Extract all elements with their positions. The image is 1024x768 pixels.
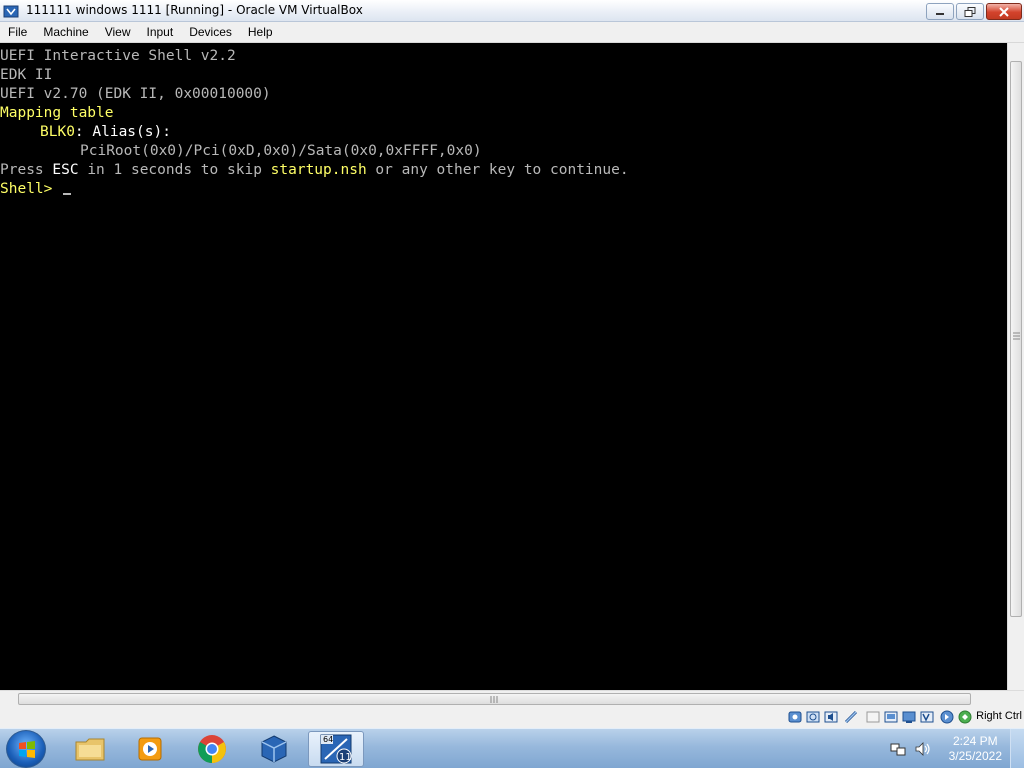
vertical-scrollbar[interactable] bbox=[1007, 43, 1024, 690]
console-line-blk: BLK0: Alias(s): bbox=[40, 123, 171, 142]
startup-file-text: startup.nsh bbox=[270, 162, 367, 178]
console-line-press-esc: Press ESC in 1 seconds to skip startup.n… bbox=[0, 161, 629, 180]
menu-help[interactable]: Help bbox=[240, 22, 281, 42]
windows-taskbar: 64 11 2:24 PM 3/25/2022 bbox=[0, 728, 1024, 768]
taskbar-media-player[interactable] bbox=[122, 731, 178, 767]
vm-console-screen[interactable]: UEFI Interactive Shell v2.2 EDK II UEFI … bbox=[0, 43, 1007, 690]
badge-11: 11 bbox=[339, 752, 352, 763]
minimize-icon bbox=[936, 12, 944, 15]
virtualbox-icon bbox=[3, 5, 19, 18]
press-middle: in 1 seconds to skip bbox=[78, 162, 271, 178]
menu-input[interactable]: Input bbox=[139, 22, 182, 42]
clock-time: 2:24 PM bbox=[952, 734, 998, 748]
chrome-icon bbox=[198, 735, 226, 763]
vm-status-bar: Right Ctrl bbox=[0, 707, 1024, 728]
window-title: 111111 windows 1111 [Running] - Oracle V… bbox=[26, 3, 363, 17]
menu-file[interactable]: File bbox=[0, 22, 35, 42]
host-key-icon[interactable] bbox=[958, 710, 972, 724]
optical-drive-icon[interactable] bbox=[806, 710, 820, 724]
close-icon bbox=[999, 6, 1009, 17]
grip-icon bbox=[490, 696, 498, 703]
menu-devices[interactable]: Devices bbox=[181, 22, 240, 42]
menu-bar: File Machine View Input Devices Help bbox=[0, 22, 1024, 43]
minimize-button[interactable] bbox=[926, 3, 954, 20]
badge-64: 64 bbox=[323, 735, 333, 744]
text-cursor bbox=[63, 193, 72, 195]
grip-icon bbox=[1013, 332, 1020, 340]
restore-icon bbox=[964, 6, 976, 17]
host-key-label: Right Ctrl bbox=[976, 710, 1022, 722]
taskbar-chrome[interactable] bbox=[184, 731, 240, 767]
hard-disk-icon[interactable] bbox=[788, 710, 802, 724]
mouse-integration-icon[interactable] bbox=[940, 710, 954, 724]
horizontal-scrollbar[interactable] bbox=[0, 690, 1024, 707]
video-capture-icon[interactable] bbox=[920, 710, 934, 724]
network-icon[interactable] bbox=[844, 710, 858, 724]
volume-icon[interactable] bbox=[914, 741, 932, 757]
taskbar-vm-window[interactable]: 64 11 bbox=[308, 731, 364, 767]
window-titlebar[interactable]: 111111 windows 1111 [Running] - Oracle V… bbox=[0, 0, 1024, 22]
display-icon[interactable] bbox=[902, 710, 916, 724]
press-suffix: or any other key to continue. bbox=[366, 162, 629, 178]
menu-machine[interactable]: Machine bbox=[35, 22, 96, 42]
console-line-edk: EDK II bbox=[0, 67, 53, 83]
vertical-scroll-thumb[interactable] bbox=[1010, 61, 1022, 617]
console-line-mapping-table: Mapping table bbox=[0, 105, 114, 121]
taskbar-virtualbox[interactable] bbox=[246, 731, 302, 767]
shell-prompt: Shell> bbox=[0, 181, 53, 197]
console-line-shell-version: UEFI Interactive Shell v2.2 bbox=[0, 48, 236, 64]
taskbar-explorer[interactable] bbox=[62, 731, 118, 767]
usb-icon[interactable] bbox=[866, 710, 880, 724]
virtualbox-cube-icon bbox=[261, 735, 287, 763]
shared-folders-icon[interactable] bbox=[884, 710, 898, 724]
console-prompt-line[interactable]: Shell> bbox=[0, 180, 72, 199]
alias-text: : Alias(s): bbox=[74, 124, 171, 140]
press-prefix: Press bbox=[0, 162, 53, 178]
menu-view[interactable]: View bbox=[97, 22, 139, 42]
esc-key-text: ESC bbox=[52, 162, 79, 178]
console-line-uefi-version: UEFI v2.70 (EDK II, 0x00010000) bbox=[0, 86, 271, 102]
vm-os-icon: 64 11 bbox=[320, 734, 352, 764]
windows-logo-icon bbox=[19, 741, 35, 758]
console-line-device-path: PciRoot(0x0)/Pci(0xD,0x0)/Sata(0x0,0xFFF… bbox=[80, 143, 482, 159]
folder-icon bbox=[75, 738, 105, 761]
restore-button[interactable] bbox=[956, 3, 984, 20]
audio-icon[interactable] bbox=[824, 710, 838, 724]
show-desktop-button[interactable] bbox=[1010, 729, 1024, 768]
blk-label: BLK0 bbox=[40, 124, 75, 140]
horizontal-scroll-thumb[interactable] bbox=[18, 693, 971, 705]
system-clock[interactable]: 2:24 PM 3/25/2022 bbox=[949, 734, 1002, 764]
start-button[interactable] bbox=[6, 730, 46, 768]
media-player-icon bbox=[138, 737, 162, 761]
close-button[interactable] bbox=[986, 3, 1022, 20]
network-tray-icon[interactable] bbox=[890, 741, 906, 757]
clock-date: 3/25/2022 bbox=[948, 749, 1002, 763]
